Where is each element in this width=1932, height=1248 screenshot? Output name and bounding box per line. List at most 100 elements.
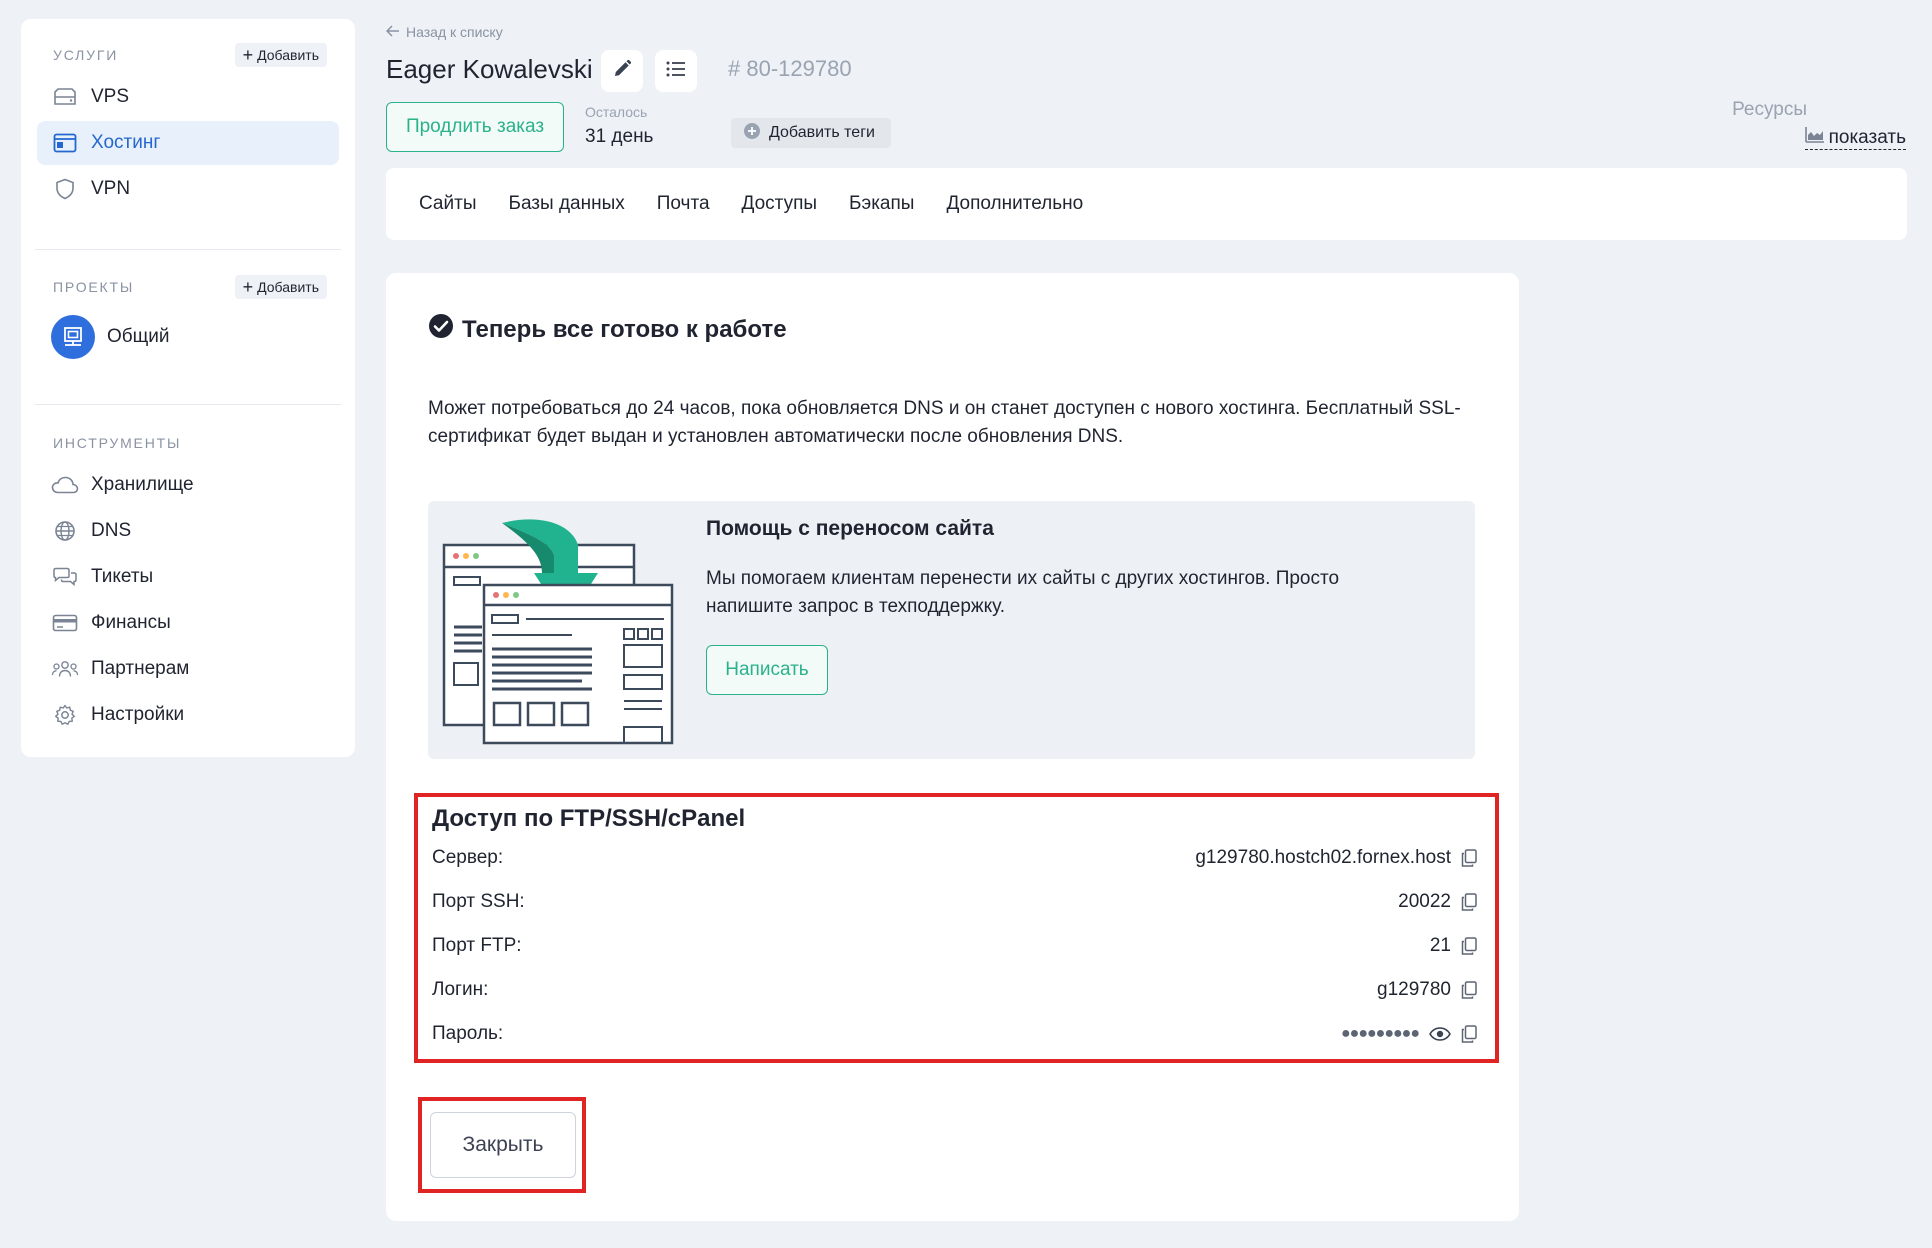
access-row-server: Сервер: g129780.hostch02.fornex.host xyxy=(432,843,1479,873)
add-service-label: Добавить xyxy=(257,47,319,63)
browser-window-icon xyxy=(51,132,79,154)
access-label: Порт SSH: xyxy=(432,891,525,912)
remaining-value: 31 день xyxy=(585,126,654,147)
page-title: Eager Kowalevski xyxy=(386,54,593,84)
copy-icon[interactable] xyxy=(1461,936,1479,956)
sidebar-item-tickets[interactable]: Тикеты xyxy=(37,555,339,599)
copy-icon[interactable] xyxy=(1461,892,1479,912)
tab-access[interactable]: Доступы xyxy=(742,193,818,215)
access-label: Логин: xyxy=(432,979,489,1000)
access-value-group: ●●●●●●●●● xyxy=(1341,1024,1479,1044)
migration-help-title: Помощь с переносом сайта xyxy=(706,517,994,540)
credit-card-icon xyxy=(51,612,79,634)
access-title: Доступ по FTP/SSH/cPanel xyxy=(432,805,746,832)
add-project-button[interactable]: + Добавить xyxy=(234,275,327,299)
add-tags-button[interactable]: Добавить теги xyxy=(731,118,891,148)
sidebar-item-project-general[interactable]: Общий xyxy=(37,307,339,367)
sidebar-item-hosting[interactable]: Хостинг xyxy=(37,121,339,165)
gear-icon xyxy=(51,704,79,726)
arrow-left-icon xyxy=(385,24,400,40)
access-label: Пароль: xyxy=(432,1023,504,1044)
access-row-password: Пароль: ●●●●●●●●● xyxy=(432,1019,1479,1049)
add-service-button[interactable]: + Добавить xyxy=(234,43,327,67)
sidebar-item-label: Хостинг xyxy=(91,132,161,153)
access-label: Порт FTP: xyxy=(432,935,522,956)
close-button-highlight: Закрыть xyxy=(418,1097,586,1193)
check-circle-icon xyxy=(428,313,454,346)
sidebar-item-storage[interactable]: Хранилище xyxy=(37,463,339,507)
pencil-icon xyxy=(612,59,632,84)
tab-backups[interactable]: Бэкапы xyxy=(849,193,914,215)
sidebar-item-label: VPN xyxy=(91,178,131,199)
sidebar-item-label: DNS xyxy=(91,520,132,541)
sidebar-divider xyxy=(35,249,341,250)
access-value-group: 21 xyxy=(1430,935,1479,957)
project-label: Общий xyxy=(107,326,170,347)
sidebar-item-label: Финансы xyxy=(91,612,171,633)
show-resources-label: показать xyxy=(1828,127,1906,148)
access-value-group: g129780 xyxy=(1377,979,1479,1001)
list-icon xyxy=(666,61,686,82)
access-value: 21 xyxy=(1429,935,1451,956)
sidebar: Услуги + Добавить VPS Хостинг VPN Проект… xyxy=(21,19,355,757)
users-icon xyxy=(51,658,79,680)
access-row-login: Логин: g129780 xyxy=(432,975,1479,1005)
access-value: g129780 xyxy=(1377,979,1451,1000)
list-button[interactable] xyxy=(655,50,697,92)
tab-mail[interactable]: Почта xyxy=(657,193,710,215)
sidebar-item-finance[interactable]: Финансы xyxy=(37,601,339,645)
ftp-ssh-access-box: Доступ по FTP/SSH/cPanel Сервер: g129780… xyxy=(414,793,1499,1063)
copy-icon[interactable] xyxy=(1461,980,1479,1000)
globe-icon xyxy=(51,520,79,542)
close-button[interactable]: Закрыть xyxy=(430,1112,576,1178)
plus-circle-icon xyxy=(743,122,761,145)
tab-databases[interactable]: Базы данных xyxy=(508,193,624,215)
eye-icon[interactable] xyxy=(1429,1026,1451,1042)
tab-sites[interactable]: Сайты xyxy=(419,193,476,215)
bar-chart-icon xyxy=(1804,127,1825,149)
copy-icon[interactable] xyxy=(1461,848,1479,868)
show-resources-link[interactable]: показать xyxy=(1804,127,1906,150)
project-icon xyxy=(51,315,95,359)
add-tags-label: Добавить теги xyxy=(769,124,875,141)
access-label: Сервер: xyxy=(432,847,504,868)
remaining-label: Осталось xyxy=(585,104,648,120)
sidebar-item-label: Партнерам xyxy=(91,658,190,679)
access-row-ssh-port: Порт SSH: 20022 xyxy=(432,887,1479,917)
cloud-icon xyxy=(51,474,79,496)
sidebar-item-partners[interactable]: Партнерам xyxy=(37,647,339,691)
order-id: # 80-129780 xyxy=(728,56,852,81)
write-to-support-button[interactable]: Написать xyxy=(706,645,828,695)
services-heading: Услуги xyxy=(53,47,119,63)
card-title: Теперь все готово к работе xyxy=(428,313,787,346)
shield-icon xyxy=(51,178,79,200)
migration-help-text: Мы помогаем клиентам перенести их сайты … xyxy=(706,568,1340,617)
migration-illustration-icon xyxy=(442,515,676,752)
copy-icon[interactable] xyxy=(1461,1024,1479,1044)
projects-section: Проекты + Добавить xyxy=(21,273,355,301)
card-title-text: Теперь все готово к работе xyxy=(462,315,787,343)
back-label: Назад к списку xyxy=(406,24,503,40)
tab-additional[interactable]: Дополнительно xyxy=(946,193,1083,215)
dns-info-text: Может потребоваться до 24 часов, пока об… xyxy=(428,398,1461,447)
tools-section: Инструменты xyxy=(21,429,355,457)
sidebar-item-vps[interactable]: VPS xyxy=(37,75,339,119)
projects-header: Проекты + Добавить xyxy=(21,273,355,301)
sidebar-item-vpn[interactable]: VPN xyxy=(37,167,339,211)
sidebar-item-label: VPS xyxy=(91,86,130,107)
access-value: 20022 xyxy=(1398,891,1451,912)
sidebar-item-dns[interactable]: DNS xyxy=(37,509,339,553)
add-project-label: Добавить xyxy=(257,279,319,295)
renew-order-button[interactable]: Продлить заказ xyxy=(386,102,564,152)
tools-header: Инструменты xyxy=(21,429,355,457)
access-value-group: 20022 xyxy=(1398,891,1479,913)
edit-button[interactable] xyxy=(601,50,643,92)
access-row-ftp-port: Порт FTP: 21 xyxy=(432,931,1479,961)
resources-label: Ресурсы xyxy=(1732,99,1807,120)
back-to-list-link[interactable]: Назад к списку xyxy=(385,24,503,40)
plus-icon: + xyxy=(242,45,254,65)
sidebar-item-label: Настройки xyxy=(91,704,185,725)
sidebar-item-settings[interactable]: Настройки xyxy=(37,693,339,737)
plus-icon: + xyxy=(242,277,254,297)
server-icon xyxy=(51,86,79,108)
